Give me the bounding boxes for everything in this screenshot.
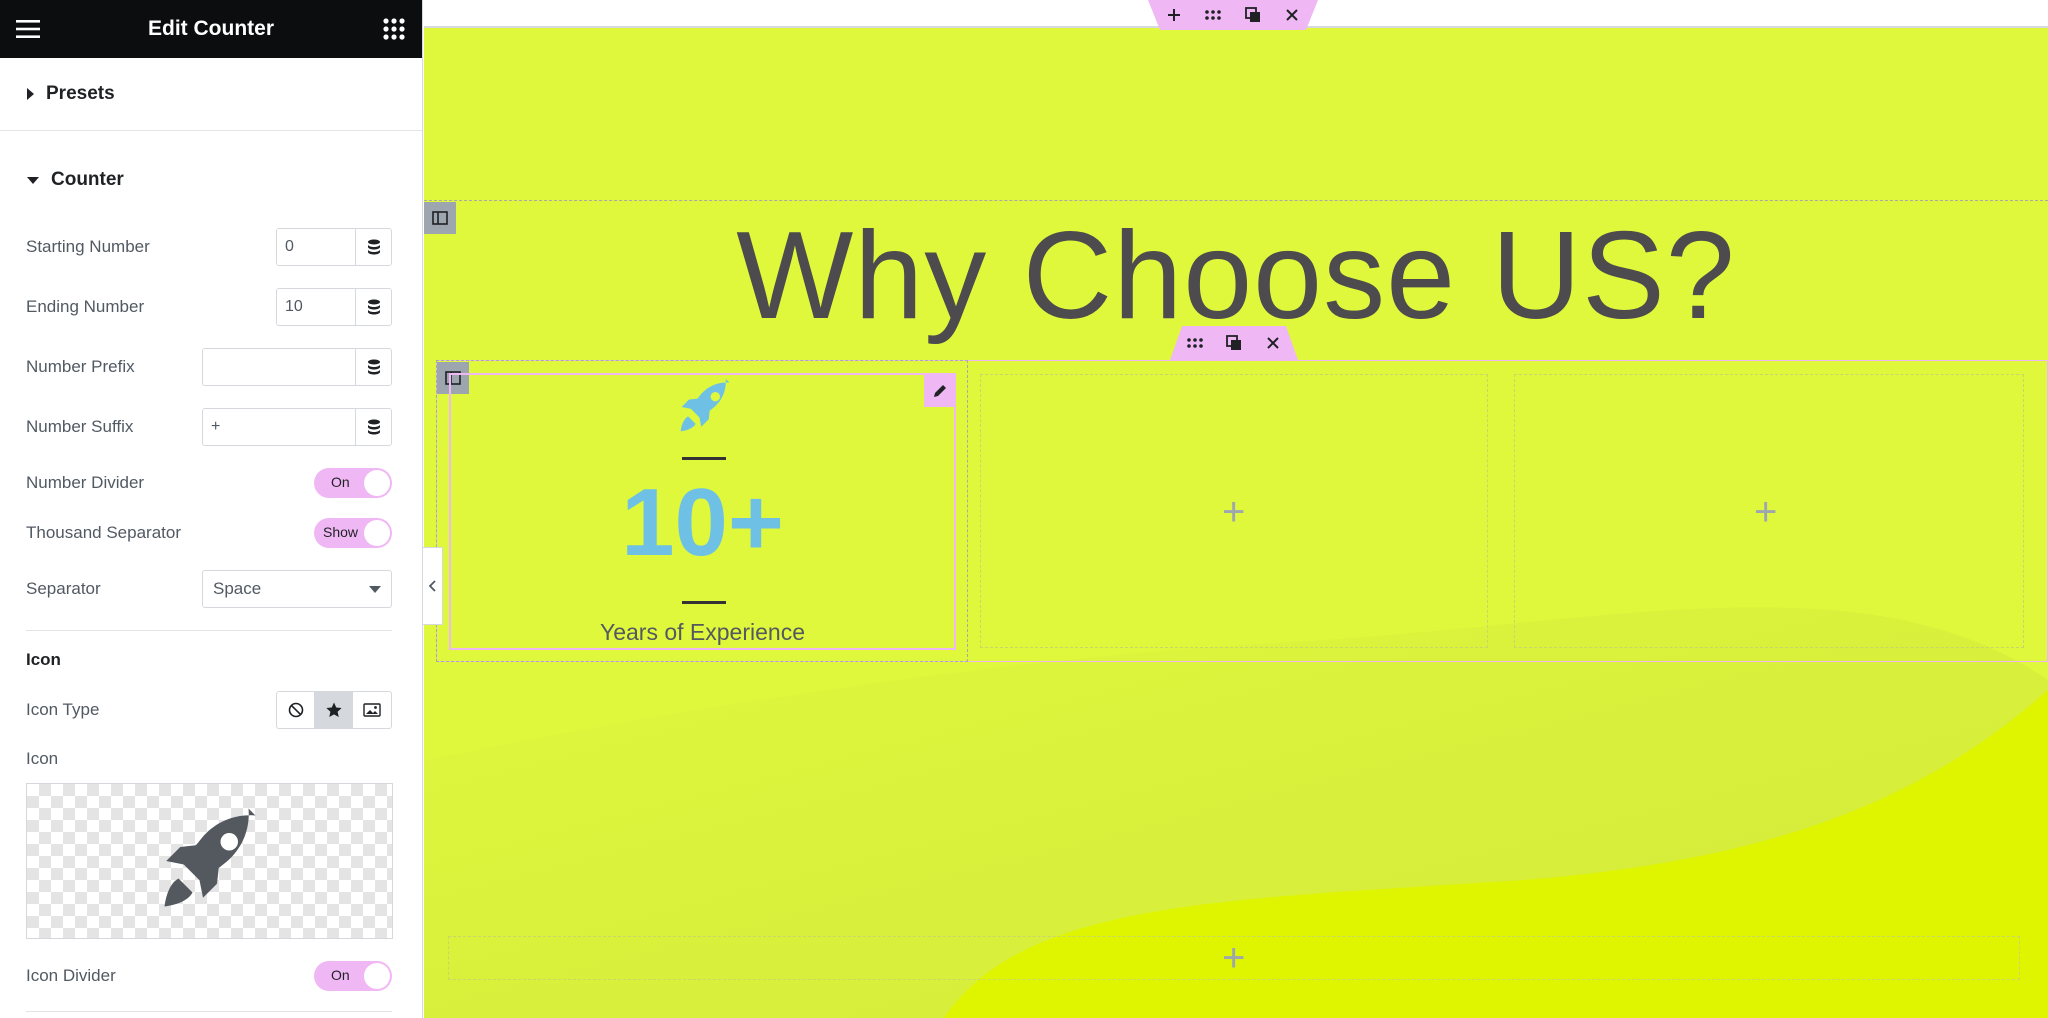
- panel-header: Edit Counter: [0, 0, 422, 58]
- ending-number-field: [276, 288, 392, 326]
- close-icon[interactable]: [1259, 329, 1287, 357]
- starting-number-control: Starting Number: [26, 228, 392, 266]
- preview-canvas: Why Choose US? 10+ Years of Experience +…: [424, 0, 2048, 1018]
- rocket-icon: [680, 378, 730, 432]
- number-suffix-control: Number Suffix: [26, 408, 392, 446]
- number-divider-control: Number Divider On: [26, 468, 392, 498]
- section-divider: [26, 630, 392, 631]
- number-suffix-input[interactable]: [203, 409, 355, 445]
- number-prefix-field: [202, 348, 392, 386]
- editor-panel: Edit Counter Presets Counter Starting Nu…: [0, 0, 423, 1018]
- dynamic-tags-icon[interactable]: [355, 409, 391, 445]
- counter-title: Years of Experience: [599, 619, 805, 645]
- close-icon[interactable]: [1278, 1, 1306, 29]
- pencil-icon: [934, 385, 946, 397]
- starting-number-input[interactable]: [277, 229, 355, 265]
- icon-type-label: Icon Type: [26, 700, 100, 719]
- chevron-down-icon: [369, 585, 381, 593]
- drag-handle-icon[interactable]: [1181, 329, 1209, 357]
- icon-divider-line: [682, 457, 726, 460]
- icon-picker[interactable]: [26, 783, 393, 939]
- counter-widget[interactable]: 10+ Years of Experience: [449, 373, 956, 650]
- image-icon[interactable]: [353, 692, 391, 728]
- add-section-plus-icon[interactable]: +: [1222, 938, 1245, 978]
- ending-number-label: Ending Number: [26, 297, 145, 316]
- caret-down-icon: [27, 176, 39, 184]
- counter-number: 10+: [621, 469, 784, 576]
- icon-type-control: Icon Type: [26, 691, 392, 729]
- icon-type-chooser: [276, 691, 392, 729]
- counter-section-toggle[interactable]: Counter: [0, 145, 124, 215]
- icon-divider-switch[interactable]: On: [314, 961, 392, 991]
- section-outline: [424, 200, 2048, 201]
- presets-section: Presets: [0, 58, 422, 131]
- number-prefix-control: Number Prefix: [26, 348, 392, 386]
- number-prefix-label: Number Prefix: [26, 357, 135, 376]
- counter-label: Counter: [51, 169, 124, 190]
- separator-control: Separator Space: [26, 570, 392, 608]
- page-heading: Why Choose US?: [736, 207, 1736, 345]
- number-suffix-field: [202, 408, 392, 446]
- dynamic-tags-icon[interactable]: [355, 349, 391, 385]
- icon-divider-label: Icon Divider: [26, 966, 116, 985]
- inner-section-handle: [1170, 326, 1298, 360]
- starting-number-field: [276, 228, 392, 266]
- number-suffix-label: Number Suffix: [26, 417, 134, 436]
- switch-knob: [364, 520, 390, 546]
- edit-widget-button[interactable]: [924, 375, 956, 407]
- switch-knob: [364, 963, 390, 989]
- switch-knob: [364, 470, 390, 496]
- star-icon[interactable]: [315, 692, 353, 728]
- switch-text: On: [331, 967, 350, 983]
- section-handle: [1148, 0, 1318, 30]
- switch-text: On: [331, 474, 350, 490]
- duplicate-icon[interactable]: [1220, 329, 1248, 357]
- duplicate-icon[interactable]: [1239, 1, 1267, 29]
- icon-divider-control: Icon Divider On: [26, 961, 392, 991]
- drag-handle-icon[interactable]: [1199, 1, 1227, 29]
- dynamic-tags-icon[interactable]: [355, 289, 391, 325]
- thousand-separator-control: Thousand Separator Show: [26, 518, 392, 548]
- section-divider: [26, 1011, 392, 1012]
- icon-label: Icon: [26, 749, 59, 768]
- caret-right-icon: [27, 88, 34, 100]
- chevron-left-icon: [428, 580, 436, 592]
- separator-value: Space: [213, 579, 262, 598]
- number-divider-switch[interactable]: On: [314, 468, 392, 498]
- rocket-icon: [164, 808, 255, 907]
- add-widget-icon[interactable]: +: [1222, 492, 1245, 532]
- presets-label: Presets: [46, 83, 115, 104]
- none-icon[interactable]: [277, 692, 315, 728]
- dynamic-tags-icon[interactable]: [355, 229, 391, 265]
- hamburger-menu-icon[interactable]: [14, 15, 42, 43]
- number-divider-line: [682, 601, 726, 604]
- separator-label: Separator: [26, 579, 101, 598]
- separator-select[interactable]: Space: [202, 570, 392, 608]
- ending-number-control: Ending Number: [26, 288, 392, 326]
- switch-text: Show: [323, 524, 359, 540]
- presets-toggle[interactable]: Presets: [0, 58, 422, 130]
- add-section-icon[interactable]: [1160, 1, 1188, 29]
- icon-heading: Icon: [26, 650, 61, 669]
- collapse-panel-button[interactable]: [423, 547, 443, 625]
- thousand-separator-label: Thousand Separator: [26, 523, 181, 542]
- add-widget-icon[interactable]: +: [1754, 492, 1777, 532]
- ending-number-input[interactable]: [277, 289, 355, 325]
- panel-title: Edit Counter: [148, 17, 274, 40]
- thousand-separator-switch[interactable]: Show: [314, 518, 392, 548]
- widgets-grid-icon[interactable]: [380, 15, 408, 43]
- number-divider-label: Number Divider: [26, 473, 145, 492]
- number-prefix-input[interactable]: [203, 349, 355, 385]
- starting-number-label: Starting Number: [26, 237, 150, 256]
